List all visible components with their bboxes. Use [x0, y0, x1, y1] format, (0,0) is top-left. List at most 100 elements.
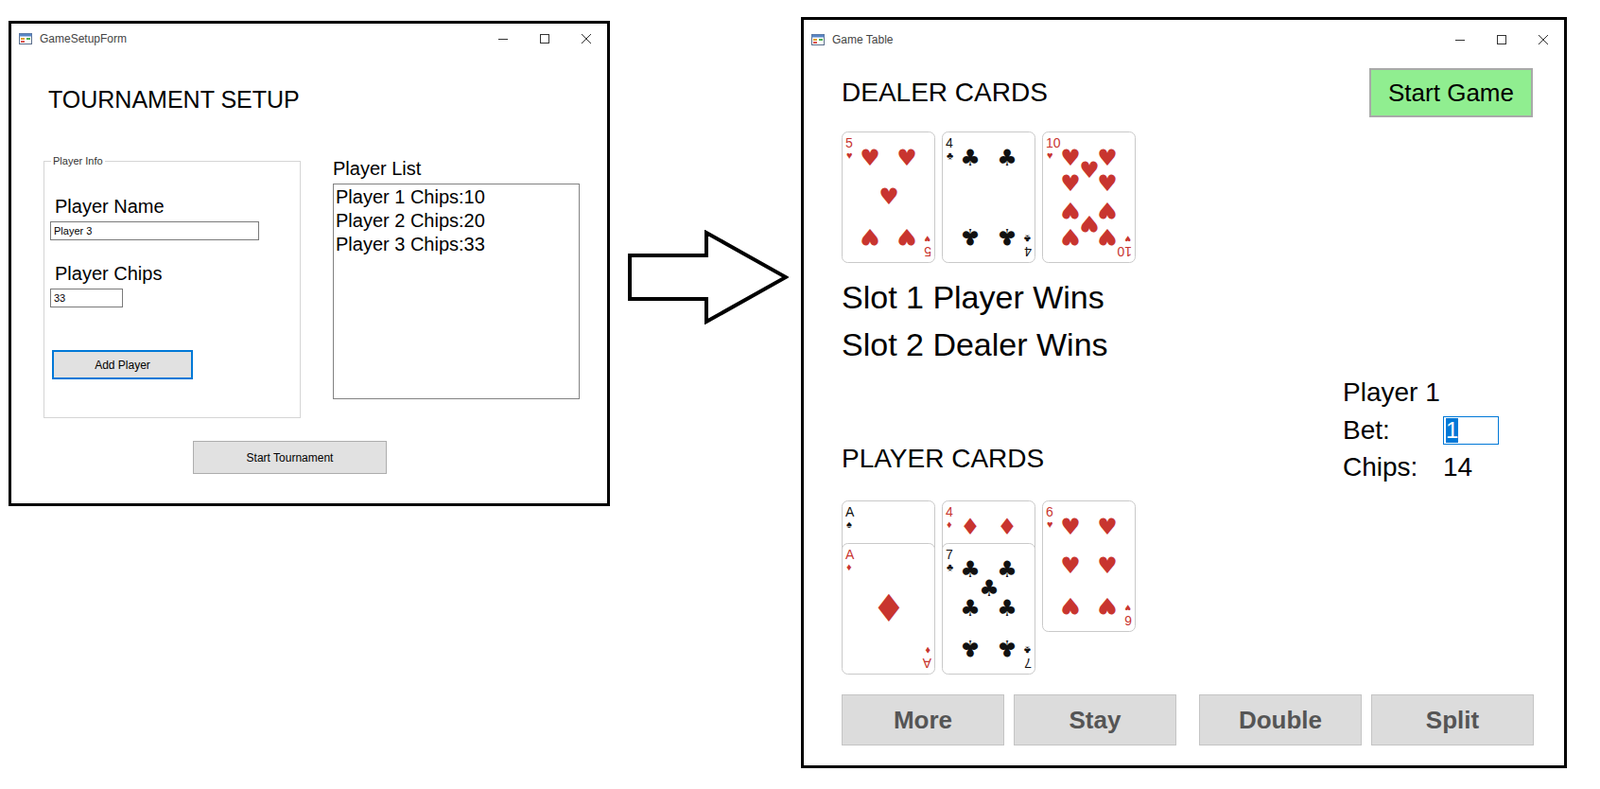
action-buttons: MoreStay DoubleSplit — [841, 694, 1533, 746]
player-hand: 6♥6♥♥♥♥♥♥♥ — [1042, 500, 1136, 632]
player-list-item[interactable]: Player 1 Chips:10 — [335, 185, 577, 209]
svg-text:♣: ♣ — [1024, 644, 1031, 657]
svg-text:10: 10 — [1116, 243, 1132, 260]
svg-text:♥: ♥ — [1046, 518, 1054, 530]
svg-text:5: 5 — [923, 243, 932, 260]
svg-text:♦: ♦ — [846, 560, 853, 573]
player-hands: A♠A♠♠A♦A♦♦4♦4♦♦♦♦♦7♣7♣♣♣♣♣♣♣♣6♥6♥♥♥♥♥♥♥ — [841, 500, 1343, 675]
player-list-item[interactable]: Player 2 Chips:20 — [335, 208, 577, 233]
suit-pip: ♦ — [959, 513, 981, 540]
suit-pip: ♥ — [859, 144, 881, 172]
player-list[interactable]: Player 1 Chips:10Player 2 Chips:20Player… — [332, 183, 580, 400]
suit-pip: ♥ — [1060, 170, 1081, 197]
setup-heading: TOURNAMENT SETUP — [43, 85, 608, 114]
suit-pip: ♥ — [1096, 591, 1118, 619]
bet-label: Bet: — [1342, 411, 1444, 450]
player-list-label: Player List — [332, 156, 580, 180]
suit-pip: ♥ — [1096, 144, 1118, 172]
button-group: DoubleSplit — [1199, 694, 1534, 746]
window-controls — [1439, 19, 1565, 60]
svg-text:7: 7 — [1024, 655, 1032, 671]
player-hand: 4♦4♦♦♦♦♦7♣7♣♣♣♣♣♣♣♣ — [941, 500, 1036, 675]
suit-pip: ♥ — [1096, 552, 1118, 579]
title-bar: Game Table — [803, 19, 1565, 60]
svg-text:♥: ♥ — [846, 149, 853, 161]
suit-pip: ♥ — [896, 144, 918, 172]
suit-pip: ♦ — [996, 513, 1018, 540]
desktop: GameSetupForm TOURNAMENT SETUP Player Info… — [0, 0, 1600, 789]
playing-card: 4♣4♣♣♣♣♣ — [941, 131, 1036, 263]
action-button[interactable]: Split — [1371, 694, 1534, 746]
dealer-cards: 5♥5♥♥♥♥♥♥4♣4♣♣♣♣♣10♥10♥♥♥♥♥♥♥♥♥♥♥ — [841, 131, 1533, 263]
card-corner: 4♦ — [945, 504, 954, 530]
card-corner: A♦ — [921, 644, 932, 671]
action-button[interactable]: Double — [1199, 694, 1362, 746]
maximize-icon — [539, 34, 550, 44]
close-button[interactable] — [1522, 19, 1565, 60]
card-corner: 5♥ — [923, 233, 932, 260]
name-label: Player Name — [50, 194, 165, 218]
svg-text:7: 7 — [945, 546, 954, 562]
svg-text:♥: ♥ — [923, 233, 931, 245]
card-corner: 7♣ — [945, 546, 954, 573]
svg-text:4: 4 — [1024, 243, 1032, 260]
maximize-button[interactable] — [523, 23, 566, 54]
card-corner: 4♣ — [945, 135, 954, 161]
group-label: Player Info — [51, 155, 105, 168]
action-button[interactable]: Stay — [1013, 694, 1177, 746]
button-group: MoreStay — [841, 694, 1177, 746]
minimize-icon — [498, 34, 508, 44]
close-icon — [1538, 34, 1548, 45]
name-input[interactable]: Player 3 — [50, 221, 260, 241]
svg-text:♣: ♣ — [946, 149, 954, 161]
svg-text:♠: ♠ — [846, 518, 853, 530]
player-list-item[interactable]: Player 3 Chips:33 — [335, 232, 577, 257]
suit-pip: ♥ — [1060, 196, 1081, 224]
table-body: DEALER CARDSStart Game5♥5♥♥♥♥♥♥4♣4♣♣♣♣♣1… — [803, 59, 1565, 746]
svg-text:A: A — [845, 546, 855, 562]
svg-text:♦: ♦ — [924, 644, 931, 657]
chips-value: 14 — [1443, 449, 1533, 485]
suit-pip: ♥ — [1060, 144, 1081, 172]
window-title: GameSetupForm — [39, 32, 127, 46]
svg-text:♣: ♣ — [946, 560, 954, 573]
player-hand: A♠A♠♠A♦A♦♦ — [841, 500, 936, 675]
chips-input[interactable]: 33 — [50, 288, 123, 308]
chips-label: Chips: — [1342, 449, 1444, 485]
start-game-button[interactable]: Start Game — [1369, 68, 1533, 118]
suit-pip: ♥ — [1096, 223, 1118, 250]
suit-pip: ♦ — [871, 586, 906, 630]
start-tournament-button[interactable]: Start Tournament — [192, 440, 387, 474]
svg-text:♣: ♣ — [1024, 233, 1031, 245]
suit-pip: ♥ — [1060, 223, 1081, 250]
svg-text:♥: ♥ — [1124, 233, 1131, 245]
minimize-icon — [1455, 34, 1465, 45]
suit-pip: ♥ — [1060, 513, 1081, 540]
svg-text:A: A — [845, 504, 855, 520]
title-bar: GameSetupForm — [11, 23, 608, 54]
card-corner: 6♥ — [1124, 602, 1132, 628]
close-button[interactable] — [565, 23, 608, 54]
add-player-button[interactable]: Add Player — [52, 349, 193, 380]
action-button[interactable]: More — [841, 694, 1005, 746]
suit-pip: ♣ — [959, 223, 981, 250]
maximize-icon — [1496, 34, 1507, 45]
suit-pip: ♥ — [1060, 552, 1081, 579]
minimize-button[interactable] — [1439, 19, 1481, 60]
setup-window: GameSetupForm TOURNAMENT SETUP Player Info… — [8, 20, 610, 506]
minimize-button[interactable] — [482, 23, 524, 54]
svg-text:A: A — [921, 655, 932, 671]
bet-input[interactable]: 1 — [1443, 416, 1499, 445]
suit-pip: ♥ — [1060, 591, 1081, 619]
close-icon — [581, 34, 592, 44]
svg-text:5: 5 — [845, 135, 853, 151]
suit-pip: ♥ — [1096, 513, 1118, 540]
playing-card: 10♥10♥♥♥♥♥♥♥♥♥♥♥ — [1042, 131, 1136, 263]
player-list-column: Player List Player 1 Chips:10Player 2 Chi… — [332, 156, 580, 400]
svg-text:♥: ♥ — [1046, 149, 1054, 161]
maximize-button[interactable] — [1480, 19, 1523, 60]
game-table-window: Game TableDEALER CARDSStart Game5♥5♥♥♥♥♥… — [800, 17, 1567, 768]
player-info-group: Player InfoPlayer NamePlayer 3Player Chi… — [43, 160, 301, 418]
suit-pip: ♥ — [878, 183, 900, 210]
svg-text:6: 6 — [1045, 504, 1054, 520]
